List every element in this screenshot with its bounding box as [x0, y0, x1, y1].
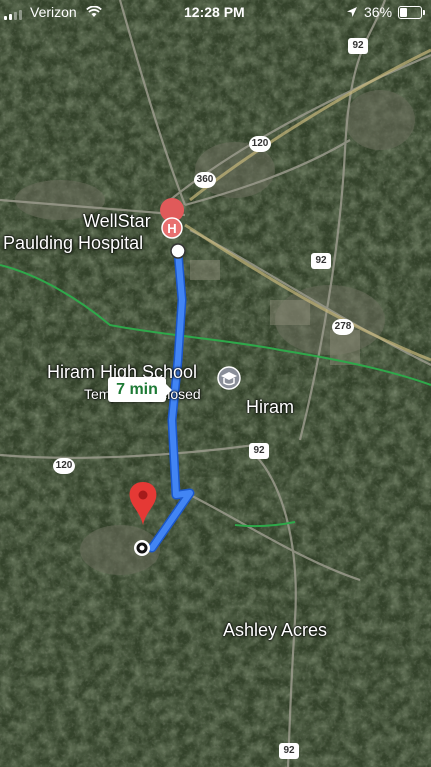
battery-icon — [398, 6, 425, 19]
signal-icon — [4, 8, 26, 20]
area-label-ashley-acres[interactable]: Ashley Acres — [223, 620, 327, 641]
satellite-map[interactable]: H — [0, 0, 431, 767]
wifi-icon — [86, 6, 102, 17]
status-bar: Verizon 12:28 PM 36% — [0, 0, 431, 26]
svg-text:H: H — [167, 221, 176, 236]
origin-marker-icon[interactable] — [134, 540, 150, 556]
route-shield-120: 120 — [249, 136, 271, 152]
route-start-marker — [170, 243, 186, 259]
hospital-icon[interactable]: H — [160, 198, 185, 239]
battery-percent: 36% — [364, 4, 393, 20]
carrier-label: Verizon — [30, 4, 77, 20]
school-icon[interactable] — [217, 366, 241, 390]
route-shield-360: 360 — [194, 172, 216, 188]
eta-text: 7 min — [116, 381, 158, 398]
route-shield-278: 278 — [332, 319, 354, 335]
route-shield-92: 92 — [348, 38, 368, 54]
clock: 12:28 PM — [184, 4, 245, 20]
route-shield-92: 92 — [279, 743, 299, 759]
hospital-label-line1[interactable]: WellStar — [83, 211, 151, 232]
route-eta-callout[interactable]: 7 min — [108, 377, 172, 402]
town-label-hiram[interactable]: Hiram — [246, 397, 294, 418]
hospital-label-line2[interactable]: Paulding Hospital — [3, 233, 143, 254]
route-shield-92: 92 — [249, 443, 269, 459]
route-shield-120: 120 — [53, 458, 75, 474]
route-shield-92: 92 — [311, 253, 331, 269]
location-arrow-icon — [347, 7, 357, 17]
